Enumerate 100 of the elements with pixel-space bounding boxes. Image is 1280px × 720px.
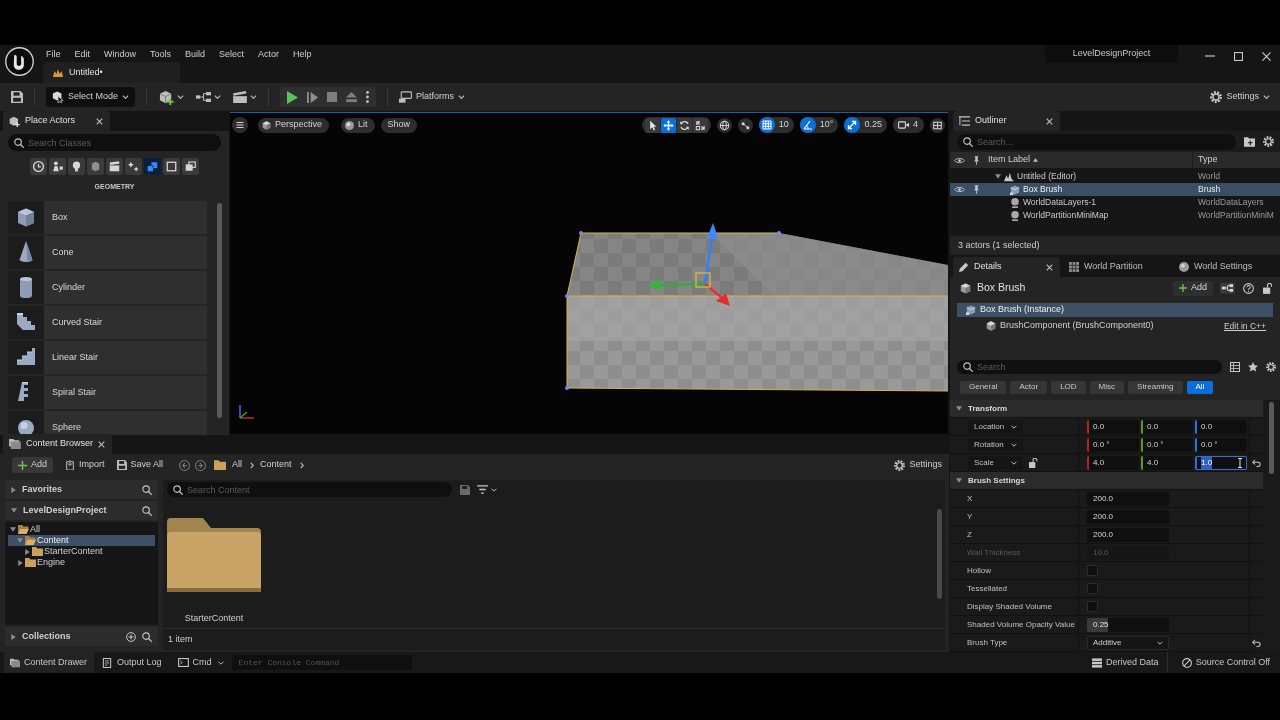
filter-tab[interactable]: General [960, 380, 1007, 394]
grid-icon[interactable] [758, 117, 775, 133]
dropdown[interactable]: Additive [1087, 635, 1169, 650]
menu-item[interactable]: Edit [67, 48, 98, 60]
asset-tile[interactable]: StarterContent [167, 518, 261, 626]
component-row[interactable]: Box Brush (Instance) [957, 303, 1273, 317]
triangle-right-icon[interactable] [17, 559, 23, 566]
unlocked-padlock-icon[interactable] [1263, 282, 1272, 294]
menu-item[interactable]: Build [178, 48, 213, 60]
vector-field[interactable]: 1.0 [1195, 455, 1247, 470]
menu-item[interactable]: File [39, 48, 68, 60]
add-folder-icon[interactable] [1244, 136, 1255, 147]
triangle-down-icon[interactable] [17, 538, 23, 543]
search-field[interactable]: Search... [957, 133, 1236, 150]
sparkles-icon[interactable] [125, 158, 142, 175]
reset-arrow-icon[interactable] [1252, 638, 1261, 647]
slider-field[interactable]: 0.25 [1087, 617, 1169, 632]
status-bar-button[interactable]: Source Control Off [1167, 652, 1280, 673]
vector-field[interactable]: 0.0 [1141, 419, 1193, 434]
actor-list-item[interactable]: Cone [8, 236, 207, 269]
scale-snap-button[interactable]: 0.25 [844, 117, 887, 133]
folder-tree-item[interactable]: StarterContent [8, 546, 155, 557]
filter-tab[interactable]: Actor [1010, 380, 1048, 394]
close-icon[interactable] [98, 440, 106, 448]
panel-tab[interactable]: Outliner [953, 111, 1060, 131]
source-section-header[interactable]: LevelDesignProject [5, 501, 158, 520]
checkbox[interactable] [1087, 583, 1098, 594]
column-header[interactable]: Type [1193, 152, 1280, 168]
section-header[interactable]: Transform [950, 400, 1263, 418]
actor-list-item[interactable]: Spiral Stair [8, 376, 207, 409]
star-icon[interactable] [1248, 362, 1258, 372]
close-icon[interactable] [96, 117, 103, 125]
reset-arrow-icon[interactable] [1252, 458, 1261, 467]
more-options-icon[interactable] [366, 91, 370, 103]
settings-button[interactable]: Settings [894, 458, 942, 472]
filter-tab[interactable]: Streaming [1128, 380, 1183, 394]
actor-list-item[interactable]: Linear Stair [8, 341, 207, 374]
close-icon[interactable] [1046, 117, 1053, 125]
eject-icon[interactable] [346, 92, 358, 102]
source-section-header[interactable]: Favorites [5, 480, 158, 499]
menu-item[interactable]: Select [212, 48, 252, 60]
outliner-row[interactable]: Box Brush Brush [950, 183, 1280, 196]
unlocked-padlock-icon[interactable] [1029, 457, 1038, 468]
vector-field[interactable]: 0.0 [1195, 419, 1247, 434]
component-row[interactable]: BrushComponent (BrushComponent0) Edit in C++ [957, 319, 1273, 333]
filter-icon[interactable] [477, 485, 488, 494]
clapperboard-icon[interactable] [106, 158, 123, 175]
breadcrumb-link[interactable]: Content [260, 458, 292, 472]
edit-in-cpp-link[interactable]: Edit in C++ [1223, 319, 1266, 333]
folder-icon[interactable] [214, 460, 227, 470]
angle-snap-button[interactable]: 10° [799, 117, 839, 133]
panel-tab[interactable]: Place Actors [3, 111, 110, 131]
scrollbar-thumb[interactable] [937, 509, 942, 599]
caret-down-icon[interactable] [214, 95, 222, 99]
caret-down-icon[interactable] [177, 95, 185, 99]
outliner-row[interactable]: WorldPartitionMiniMap WorldPartitionMiniM [950, 209, 1280, 222]
property-mode-dropdown[interactable]: Scale [968, 455, 1023, 470]
source-section-header[interactable]: Collections [5, 627, 158, 646]
panel-tab[interactable]: Content Browser [3, 434, 113, 454]
folder-tree-item[interactable]: All [8, 524, 155, 535]
menu-item[interactable]: Actor [251, 48, 287, 60]
search-icon[interactable] [142, 484, 152, 495]
status-bar-button[interactable]: Content Drawer [4, 652, 95, 673]
light-bulb-icon[interactable] [68, 158, 85, 175]
triangle-right-icon[interactable] [24, 548, 30, 555]
folder-tree-item[interactable]: Engine [8, 557, 155, 568]
cube-plus-icon[interactable] [159, 89, 175, 105]
number-field[interactable]: 200.0 [1087, 491, 1169, 506]
outliner-row[interactable]: WorldDataLayers-1 WorldDataLayers [950, 196, 1280, 209]
triangle-down-icon[interactable] [10, 527, 16, 532]
menu-item[interactable]: Window [97, 48, 144, 60]
vector-field[interactable]: 4.0 [1141, 455, 1193, 470]
vector-field[interactable]: 0.0 [1087, 419, 1139, 434]
overlapping-boxes-icon[interactable] [182, 158, 199, 175]
filter-tab[interactable]: All [1186, 380, 1214, 394]
status-bar-button[interactable]: Output Log [94, 652, 170, 673]
close-icon[interactable] [1046, 263, 1053, 271]
actor-list-item[interactable]: Curved Stair [8, 306, 207, 339]
mode-dropdown[interactable]: Select Mode [46, 87, 136, 107]
actor-list-item[interactable]: Box [8, 201, 207, 234]
property-mode-dropdown[interactable]: Rotation [968, 437, 1023, 452]
add-circle-icon[interactable] [126, 631, 136, 642]
search-icon[interactable] [142, 505, 152, 516]
maximize-icon[interactable] [1233, 51, 1243, 61]
eye-icon[interactable] [953, 156, 965, 164]
box-brush-mesh[interactable] [565, 231, 948, 392]
figure-with-block-icon[interactable] [49, 158, 66, 175]
move-arrows-icon[interactable] [660, 117, 676, 133]
cmd-dropdown[interactable]: Cmd [177, 652, 224, 673]
search-field[interactable]: Search Classes [8, 134, 221, 151]
section-header[interactable]: Brush Settings [950, 472, 1263, 490]
node-graph-icon[interactable] [196, 92, 212, 102]
document-tab[interactable]: Untitled• [43, 62, 180, 83]
show-button[interactable]: Show [380, 117, 418, 133]
panel-tab[interactable]: Details [953, 257, 1060, 277]
settings-dropdown[interactable]: Settings [1210, 90, 1270, 104]
checkbox[interactable] [1087, 601, 1098, 612]
scale-arrows-icon[interactable] [692, 117, 708, 133]
step-forward-icon[interactable] [307, 91, 319, 103]
pin-icon[interactable] [973, 185, 979, 194]
